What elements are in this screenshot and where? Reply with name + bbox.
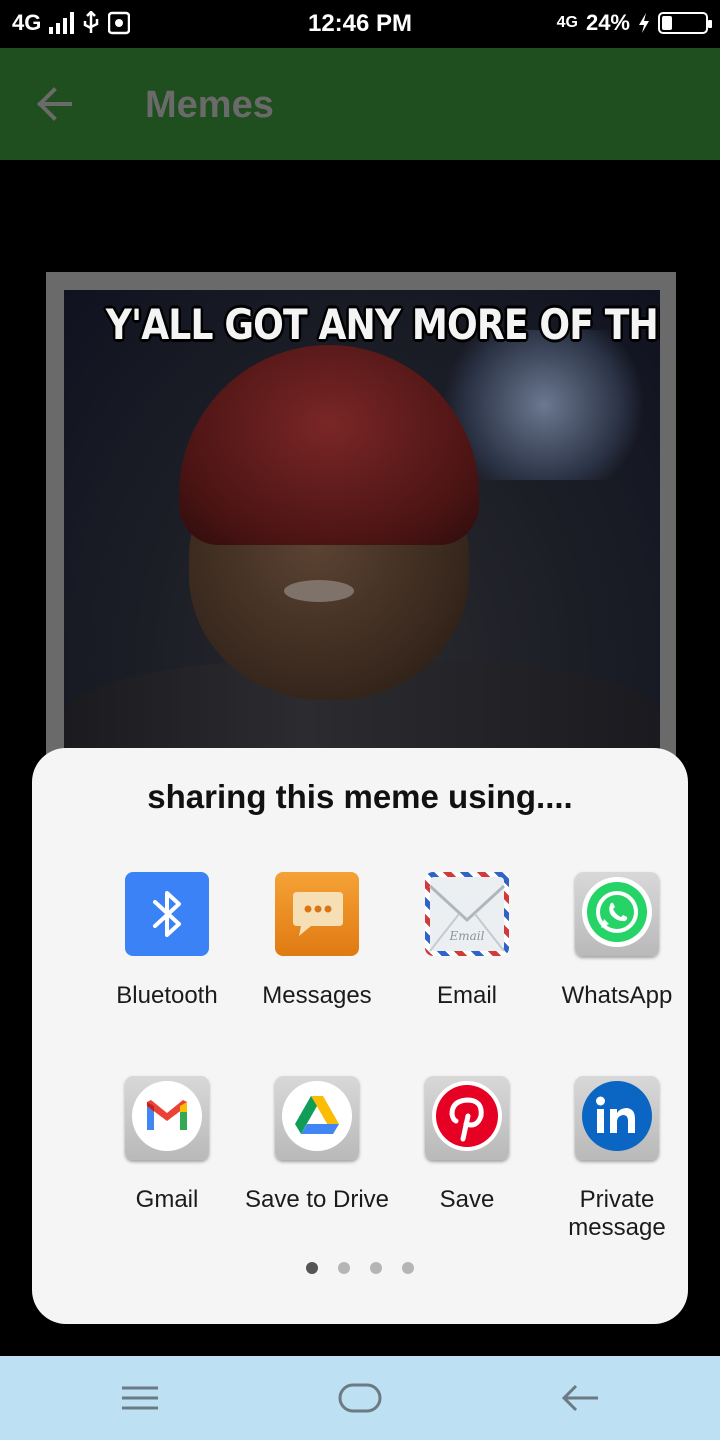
home-icon bbox=[338, 1383, 382, 1413]
meme-image: Y'ALL GOT ANY MORE OF THE bbox=[64, 290, 660, 760]
meme-frame: Y'ALL GOT ANY MORE OF THE bbox=[46, 272, 676, 772]
battery-fill bbox=[662, 16, 672, 30]
bluetooth-icon bbox=[125, 872, 209, 956]
share-app-pinterest[interactable]: Save bbox=[392, 1076, 542, 1256]
menu-icon bbox=[122, 1386, 158, 1410]
messages-icon bbox=[275, 872, 359, 956]
share-sheet-title: sharing this meme using.... bbox=[147, 778, 573, 815]
share-app-save-to-drive[interactable]: Save to Drive bbox=[242, 1076, 392, 1256]
network-type-right: 4G bbox=[556, 14, 578, 31]
app-bar: Memes bbox=[0, 48, 720, 160]
google-drive-icon bbox=[275, 1076, 359, 1160]
battery-icon bbox=[658, 12, 712, 34]
charging-icon bbox=[639, 13, 649, 33]
email-icon: Email bbox=[425, 872, 509, 956]
back-button[interactable] bbox=[30, 82, 82, 126]
home-button[interactable] bbox=[330, 1378, 390, 1418]
meme-caption: Y'ALL GOT ANY MORE OF THE bbox=[105, 300, 660, 349]
pinterest-icon bbox=[425, 1076, 509, 1160]
status-right: 4G 24% bbox=[556, 10, 712, 36]
share-app-label: Bluetooth bbox=[116, 982, 218, 1009]
share-app-label: Save to Drive bbox=[244, 1186, 390, 1213]
share-app-linkedin[interactable]: Private message bbox=[542, 1076, 692, 1256]
page-dot bbox=[402, 1262, 414, 1274]
share-app-label: Messages bbox=[262, 982, 372, 1009]
linkedin-icon bbox=[575, 1076, 659, 1160]
page-title: Memes bbox=[145, 84, 274, 126]
system-nav-bar bbox=[0, 1356, 720, 1440]
share-app-label: Email bbox=[436, 982, 497, 1009]
page-indicator bbox=[32, 1262, 688, 1274]
page-dot bbox=[338, 1262, 350, 1274]
page-dot bbox=[306, 1262, 318, 1274]
share-app-label: Private message bbox=[568, 1186, 666, 1241]
status-bar: 4G 12:46 PM 4G 24% bbox=[0, 0, 720, 48]
share-app-label: WhatsApp bbox=[561, 982, 673, 1009]
share-app-label: Gmail bbox=[135, 1186, 199, 1213]
share-sheet: sharing this meme using.... Bluetooth Me… bbox=[32, 748, 688, 1324]
whatsapp-icon bbox=[575, 872, 659, 956]
share-app-whatsapp[interactable]: WhatsApp bbox=[542, 872, 692, 1052]
share-app-email[interactable]: Email Email bbox=[392, 872, 542, 1052]
nav-back-button[interactable] bbox=[550, 1378, 610, 1418]
svg-text:Email: Email bbox=[449, 929, 485, 943]
share-app-label: Save bbox=[439, 1186, 495, 1213]
share-app-gmail[interactable]: Gmail bbox=[92, 1076, 242, 1256]
menu-button[interactable] bbox=[110, 1378, 170, 1418]
share-app-messages[interactable]: Messages bbox=[242, 872, 392, 1052]
back-icon bbox=[561, 1384, 598, 1412]
share-app-bluetooth[interactable]: Bluetooth bbox=[92, 872, 242, 1052]
arrow-left-icon bbox=[37, 87, 72, 121]
battery-percent: 24% bbox=[585, 10, 630, 35]
page-dot bbox=[370, 1262, 382, 1274]
gmail-icon bbox=[125, 1076, 209, 1160]
